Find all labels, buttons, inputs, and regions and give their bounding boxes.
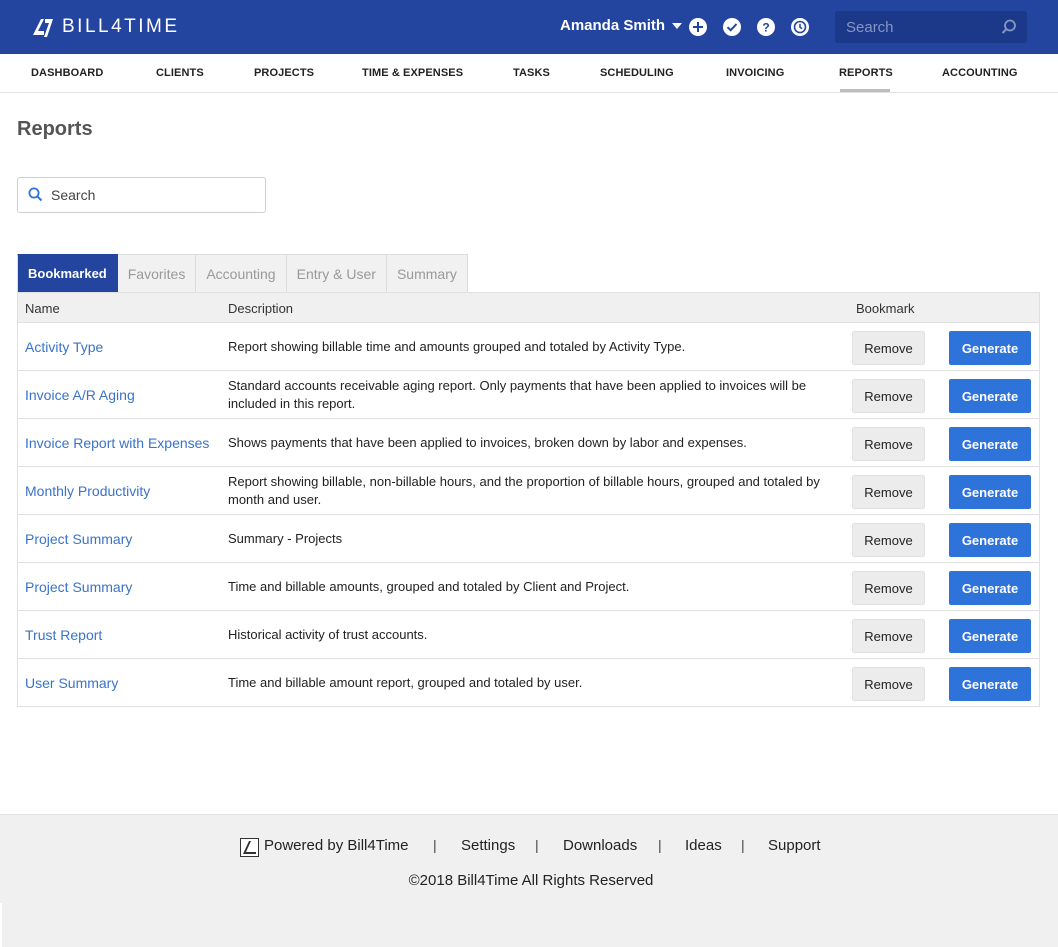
generate-report-button[interactable]: Generate [949, 427, 1031, 461]
reports-table: Name Description Bookmark Activity Type … [17, 292, 1040, 707]
report-description: Time and billable amounts, grouped and t… [228, 578, 630, 594]
bill4time-logo-icon [240, 838, 259, 857]
generate-report-button[interactable]: Generate [949, 331, 1031, 365]
brand-name: BILL4TIME [62, 16, 180, 37]
report-name-link[interactable]: Project Summary [25, 563, 132, 610]
remove-bookmark-button[interactable]: Remove [852, 331, 925, 365]
report-name-link[interactable]: Invoice A/R Aging [25, 371, 135, 418]
footer-link-settings[interactable]: Settings [461, 837, 515, 854]
generate-report-button[interactable]: Generate [949, 619, 1031, 653]
generate-report-button[interactable]: Generate [949, 523, 1031, 557]
table-row: Invoice A/R Aging Standard accounts rece… [18, 370, 1039, 418]
report-description: Standard accounts receivable aging repor… [228, 377, 807, 411]
remove-bookmark-button[interactable]: Remove [852, 571, 925, 605]
check-circle-icon[interactable] [723, 18, 741, 36]
user-menu[interactable]: Amanda Smith [560, 17, 683, 34]
footer-links: Powered by Bill4Time | Settings | Downlo… [0, 837, 1058, 857]
header-search-input[interactable] [835, 11, 1027, 43]
footer-separator: | [741, 837, 745, 853]
remove-bookmark-button[interactable]: Remove [852, 667, 925, 701]
nav-scheduling[interactable]: SCHEDULING [600, 67, 674, 79]
nav-clients[interactable]: CLIENTS [156, 67, 204, 79]
report-description: Shows payments that have been applied to… [228, 434, 747, 450]
tab-bookmarked[interactable]: Bookmarked [17, 254, 118, 293]
chevron-down-icon [672, 22, 683, 29]
tab-favorites[interactable]: Favorites [117, 254, 197, 293]
generate-report-button[interactable]: Generate [949, 667, 1031, 701]
main-nav: DASHBOARD CLIENTS PROJECTS TIME & EXPENS… [0, 54, 1058, 93]
report-name-link[interactable]: Invoice Report with Expenses [25, 419, 209, 466]
tab-summary[interactable]: Summary [386, 254, 468, 293]
report-search-input[interactable] [51, 178, 261, 212]
table-row: Trust Report Historical activity of trus… [18, 610, 1039, 658]
header-search [835, 11, 1027, 43]
column-header-name: Name [25, 301, 60, 316]
generate-report-button[interactable]: Generate [949, 475, 1031, 509]
table-row: Activity Type Report showing billable ti… [18, 322, 1039, 370]
report-name-link[interactable]: Project Summary [25, 515, 132, 562]
nav-dashboard[interactable]: DASHBOARD [31, 67, 103, 79]
footer-separator: | [658, 837, 662, 853]
nav-reports[interactable]: REPORTS [839, 67, 893, 79]
search-icon [28, 187, 43, 202]
nav-time-expenses[interactable]: TIME & EXPENSES [362, 67, 463, 79]
generate-report-button[interactable]: Generate [949, 379, 1031, 413]
table-header: Name Description Bookmark [18, 292, 1039, 322]
table-row: Project Summary Summary - Projects Remov… [18, 514, 1039, 562]
report-description: Historical activity of trust accounts. [228, 626, 428, 642]
help-circle-icon[interactable]: ? [757, 18, 775, 36]
search-icon[interactable] [1001, 19, 1017, 35]
nav-active-indicator [840, 89, 890, 92]
table-row: User Summary Time and billable amount re… [18, 658, 1039, 706]
report-name-link[interactable]: Activity Type [25, 323, 103, 370]
report-name-link[interactable]: Trust Report [25, 611, 102, 658]
page-footer: Powered by Bill4Time | Settings | Downlo… [0, 814, 1058, 947]
footer-separator: | [433, 837, 437, 853]
user-name: Amanda Smith [560, 17, 666, 34]
report-tabs: Bookmarked Favorites Accounting Entry & … [17, 254, 468, 293]
page-edge [0, 903, 2, 947]
report-name-link[interactable]: User Summary [25, 659, 118, 706]
column-header-bookmark: Bookmark [856, 301, 915, 316]
footer-separator: | [535, 837, 539, 853]
report-description: Report showing billable, non-billable ho… [228, 473, 820, 507]
nav-invoicing[interactable]: INVOICING [726, 67, 784, 79]
brand-logo[interactable]: BILL4TIME [31, 14, 180, 40]
report-description: Report showing billable time and amounts… [228, 338, 686, 354]
page-title: Reports [17, 118, 93, 140]
plus-circle-icon[interactable] [689, 18, 707, 36]
nav-tasks[interactable]: TASKS [513, 67, 550, 79]
powered-by-link[interactable]: Powered by Bill4Time [264, 837, 409, 854]
bill4time-logo-icon [33, 19, 53, 37]
report-description: Summary - Projects [228, 530, 343, 546]
generate-report-button[interactable]: Generate [949, 571, 1031, 605]
svg-text:?: ? [762, 21, 769, 35]
copyright-text: ©2018 Bill4Time All Rights Reserved [408, 872, 654, 889]
footer-link-ideas[interactable]: Ideas [685, 837, 722, 854]
table-row: Invoice Report with Expenses Shows payme… [18, 418, 1039, 466]
remove-bookmark-button[interactable]: Remove [852, 379, 925, 413]
column-header-description: Description [228, 301, 294, 316]
report-description: Time and billable amount report, grouped… [228, 674, 583, 690]
nav-projects[interactable]: PROJECTS [254, 67, 314, 79]
report-name-link[interactable]: Monthly Productivity [25, 467, 150, 514]
footer-link-downloads[interactable]: Downloads [563, 837, 637, 854]
table-row: Project Summary Time and billable amount… [18, 562, 1039, 610]
remove-bookmark-button[interactable]: Remove [852, 619, 925, 653]
footer-link-support[interactable]: Support [768, 837, 821, 854]
remove-bookmark-button[interactable]: Remove [852, 475, 925, 509]
clock-icon[interactable] [791, 18, 809, 36]
remove-bookmark-button[interactable]: Remove [852, 523, 925, 557]
table-row: Monthly Productivity Report showing bill… [18, 466, 1039, 514]
tab-accounting[interactable]: Accounting [196, 254, 287, 293]
tab-entry-user[interactable]: Entry & User [286, 254, 387, 293]
top-header: BILL4TIME Amanda Smith ? [0, 0, 1058, 54]
report-search [17, 177, 266, 213]
nav-accounting[interactable]: ACCOUNTING [942, 67, 1018, 79]
remove-bookmark-button[interactable]: Remove [852, 427, 925, 461]
